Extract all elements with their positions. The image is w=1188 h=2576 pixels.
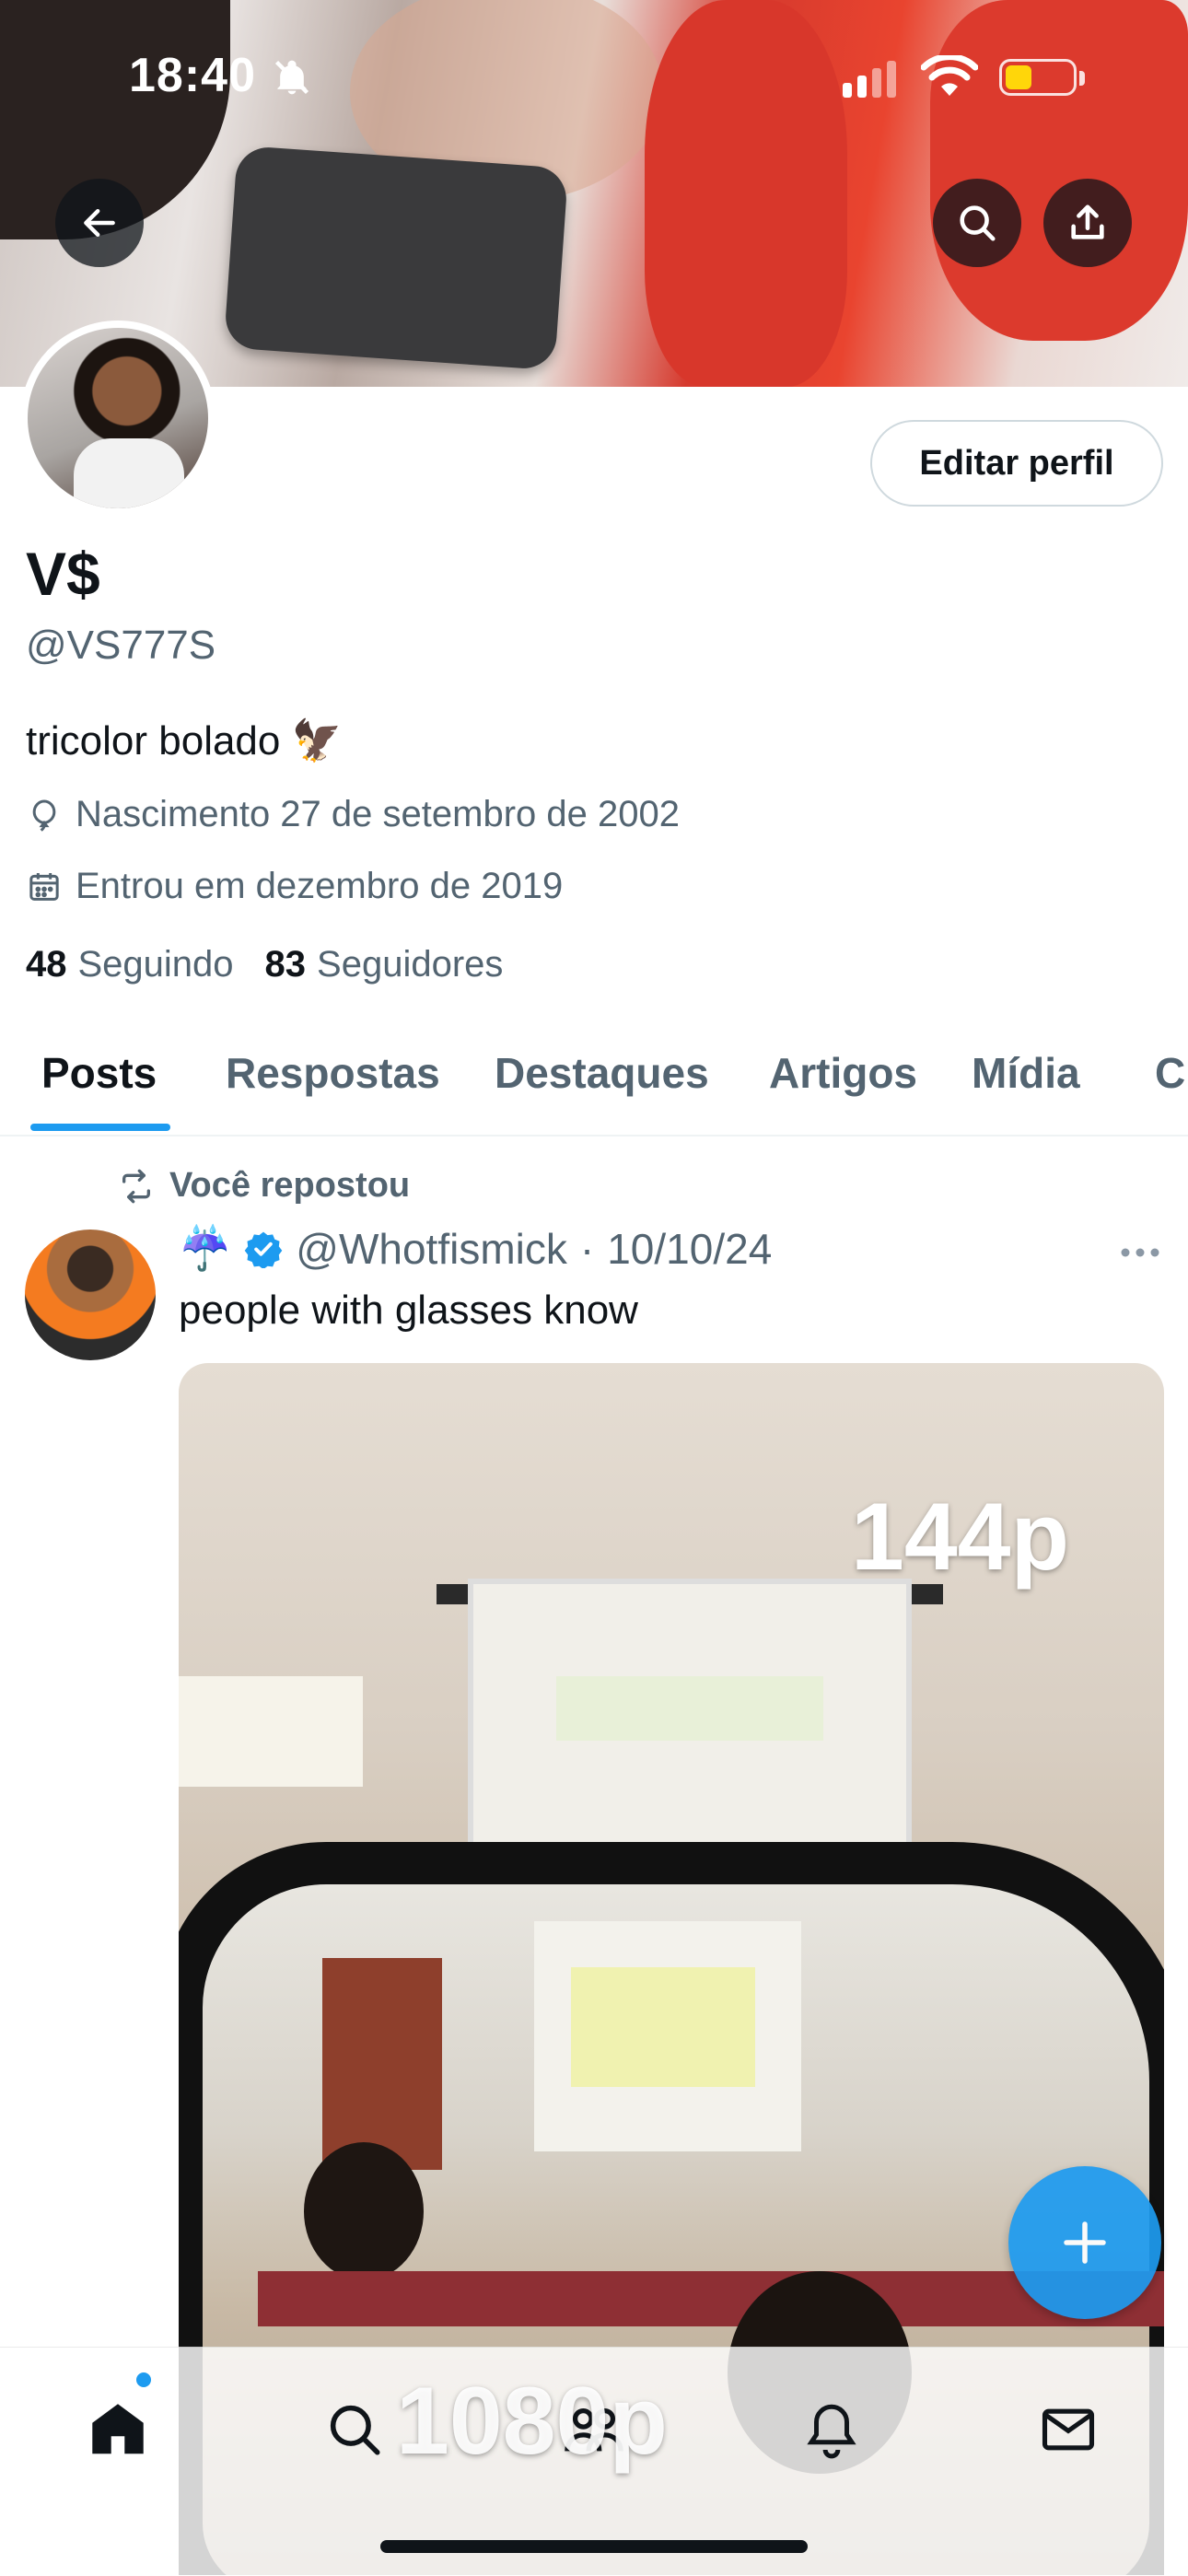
nav-messages[interactable] — [1027, 2388, 1110, 2471]
media-label-144p: 144p — [851, 1484, 1070, 1591]
banner-photo-part — [223, 145, 569, 371]
share-button[interactable] — [1043, 179, 1132, 267]
following-count: 48 — [26, 944, 67, 985]
display-name: V$ — [26, 540, 100, 608]
birthday-row: Nascimento 27 de setembro de 2002 — [26, 794, 680, 835]
wifi-icon — [921, 55, 978, 96]
tab-posts[interactable]: Posts — [41, 1048, 157, 1098]
profile-avatar[interactable] — [20, 321, 215, 516]
media-label-1080p: 1080p — [396, 2368, 668, 2475]
post-text: people with glasses know — [179, 1288, 638, 1333]
edit-profile-button[interactable]: Editar perfil — [870, 420, 1163, 507]
post-author-avatar[interactable] — [25, 1230, 156, 1360]
repost-icon — [122, 1169, 150, 1203]
status-bar: 18:40 — [0, 0, 1188, 157]
followers-link[interactable]: 83 Seguidores — [265, 944, 504, 985]
profile-handle: @VS777S — [26, 623, 216, 668]
search-button[interactable] — [933, 179, 1021, 267]
tab-more[interactable]: C — [1155, 1048, 1185, 1098]
more-options-icon[interactable] — [1116, 1234, 1164, 1271]
plus-icon — [1064, 2221, 1106, 2264]
verified-badge-icon — [244, 1231, 283, 1268]
post-date[interactable]: 10/10/24 — [607, 1224, 772, 1274]
author-name-emoji[interactable]: ☔ — [179, 1223, 231, 1274]
messages-icon — [1042, 2408, 1095, 2451]
joined-row: Entrou em dezembro de 2019 — [26, 866, 563, 907]
joined-text: Entrou em dezembro de 2019 — [76, 866, 564, 906]
separator-dot: · — [579, 1224, 595, 1273]
search-icon — [330, 2405, 380, 2455]
repost-label: Você repostou — [169, 1166, 411, 1205]
search-icon — [960, 205, 996, 241]
tab-respostas[interactable]: Respostas — [226, 1048, 440, 1098]
home-notification-dot — [136, 2372, 151, 2387]
home-indicator[interactable] — [380, 2540, 808, 2553]
followers-count: 83 — [264, 944, 307, 985]
battery-icon — [999, 59, 1085, 96]
followers-label: Seguidores — [317, 944, 504, 985]
share-icon — [1071, 204, 1104, 239]
calendar-icon — [29, 872, 59, 901]
following-link[interactable]: 48 Seguindo — [26, 944, 234, 985]
balloon-icon — [32, 798, 56, 832]
status-time: 18:40 — [129, 49, 256, 102]
repost-indicator: Você repostou — [116, 1166, 410, 1206]
compose-button[interactable] — [1008, 2166, 1161, 2319]
tab-destaques[interactable]: Destaques — [495, 1048, 709, 1098]
birthday-text: Nascimento 27 de setembro de 2002 — [76, 794, 680, 834]
author-handle[interactable]: @Whotfismick — [296, 1224, 567, 1274]
follow-stats: 48 Seguindo 83 Seguidores — [26, 944, 503, 985]
nav-search[interactable] — [313, 2388, 396, 2471]
profile-bio: tricolor bolado 🦅 — [26, 718, 343, 763]
following-label: Seguindo — [77, 944, 234, 985]
tab-midia[interactable]: Mídia — [972, 1048, 1080, 1098]
post-header: ☔ @Whotfismick · 10/10/24 — [179, 1223, 772, 1274]
tab-artigos[interactable]: Artigos — [769, 1048, 917, 1098]
notifications-icon — [807, 2404, 856, 2459]
nav-home[interactable] — [76, 2388, 159, 2471]
back-button[interactable] — [55, 179, 144, 267]
profile-tabs: Posts Respostas Destaques Artigos Mídia … — [0, 1032, 1188, 1136]
active-tab-indicator — [30, 1124, 170, 1131]
bell-off-icon — [274, 60, 309, 95]
arrow-left-icon — [84, 208, 115, 238]
home-icon — [92, 2404, 144, 2454]
nav-notifications[interactable] — [790, 2388, 873, 2471]
cellular-signal-icon — [843, 61, 896, 98]
image-detail — [179, 1676, 363, 1787]
